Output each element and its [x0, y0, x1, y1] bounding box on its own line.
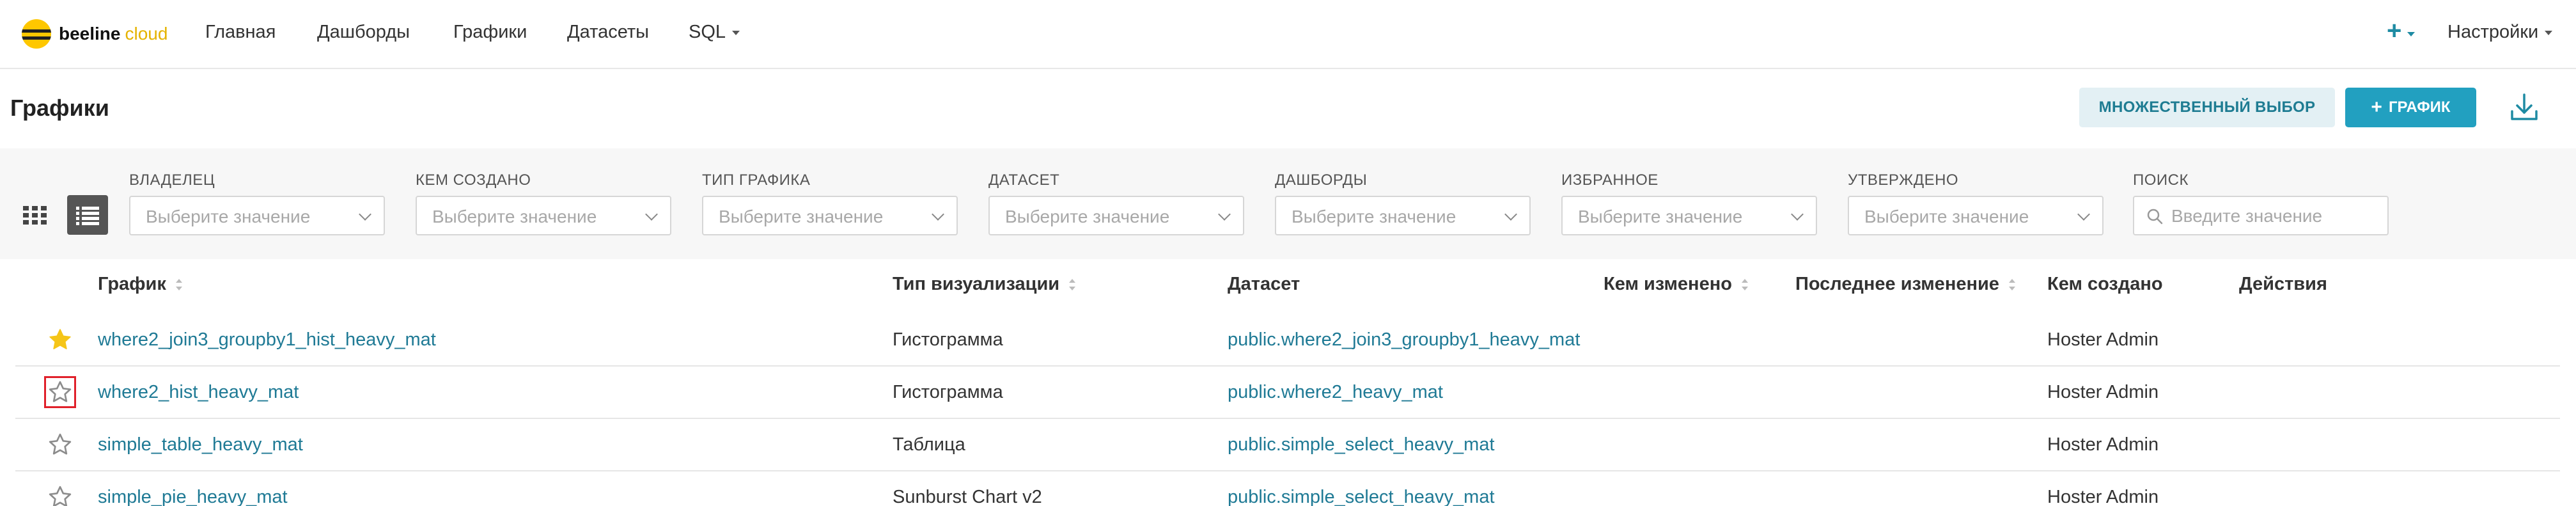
column-header-visualization-type-label: Тип визуализации	[893, 274, 1060, 294]
filter-label-favorites: ИЗБРАННОЕ	[1561, 171, 1659, 189]
chart-name-link[interactable]: where2_hist_heavy_mat	[98, 382, 299, 403]
created-by: Hoster Admin	[2047, 487, 2159, 506]
logo-word-cloud: cloud	[125, 24, 168, 43]
filter-approved-placeholder: Выберите значение	[1864, 207, 2029, 226]
filter-favorites-placeholder: Выберите значение	[1578, 207, 1743, 226]
filter-favorites-select[interactable]: Выберите значение	[1561, 196, 1817, 235]
star-filled-icon[interactable]	[47, 327, 73, 352]
filter-owner-select[interactable]: Выберите значение	[129, 196, 385, 235]
column-header-created-by: Кем создано	[2047, 274, 2163, 295]
add-chart-button[interactable]: + ГРАФИК	[2345, 88, 2476, 127]
nav-item-dashboards[interactable]: Дашборды	[317, 22, 410, 43]
nav-item-sql-dropdown[interactable]: SQL	[689, 22, 740, 43]
filter-dashboards-select[interactable]: Выберите значение	[1275, 196, 1531, 235]
star-outline-icon[interactable]	[47, 432, 73, 457]
sort-icon[interactable]	[2008, 279, 2016, 291]
table-row: simple_table_heavy_mat Таблица public.si…	[15, 419, 2560, 471]
chevron-down-icon	[932, 208, 944, 221]
table-row: where2_hist_heavy_mat Гистограмма public…	[15, 367, 2560, 419]
chevron-down-icon	[1504, 208, 1517, 221]
filter-owner-placeholder: Выберите значение	[146, 207, 311, 226]
filter-dataset-select[interactable]: Выберите значение	[988, 196, 1244, 235]
filter-label-owner: ВЛАДЕЛЕЦ	[129, 171, 215, 189]
plus-icon: +	[2371, 97, 2382, 118]
chart-name-link[interactable]: simple_table_heavy_mat	[98, 434, 303, 455]
column-header-chart[interactable]: График	[98, 274, 183, 295]
plus-icon[interactable]: +	[2387, 17, 2401, 45]
column-header-visualization-type[interactable]: Тип визуализации	[893, 274, 1076, 295]
star-outline-icon[interactable]	[44, 376, 76, 408]
column-header-dataset-label: Датасет	[1228, 274, 1300, 294]
filter-approved-select[interactable]: Выберите значение	[1848, 196, 2104, 235]
dataset-link[interactable]: public.where2_join3_groupby1_heavy_mat	[1228, 329, 1580, 351]
filter-label-approved: УТВЕРЖДЕНО	[1848, 171, 1959, 189]
chevron-down-icon	[1791, 208, 1804, 221]
column-header-actions-label: Действия	[2239, 274, 2327, 294]
beeline-cloud-logo[interactable]: beeline cloud	[22, 17, 168, 51]
nav-item-datasets[interactable]: Датасеты	[567, 22, 649, 43]
chart-name-link[interactable]: where2_join3_groupby1_hist_heavy_mat	[98, 329, 436, 351]
grid-view-icon[interactable]	[15, 195, 56, 235]
nav-item-home[interactable]: Главная	[205, 22, 276, 43]
table-row: simple_pie_heavy_mat Sunburst Chart v2 p…	[15, 471, 2560, 506]
chevron-down-icon	[1218, 208, 1231, 221]
filter-label-created-by: КЕМ СОЗДАНО	[416, 171, 531, 189]
beeline-logo-icon	[22, 19, 51, 49]
settings-dropdown[interactable]: Настройки	[2447, 22, 2552, 43]
dataset-link[interactable]: public.where2_heavy_mat	[1228, 382, 1443, 403]
sort-icon[interactable]	[1068, 279, 1076, 291]
created-by: Hoster Admin	[2047, 434, 2159, 455]
list-view-icon[interactable]	[67, 195, 108, 235]
column-header-last-modified-label: Последнее изменение	[1795, 274, 1999, 294]
filter-created-by-select[interactable]: Выберите значение	[416, 196, 671, 235]
column-header-modified-by-label: Кем изменено	[1604, 274, 1732, 294]
table-row: where2_join3_groupby1_hist_heavy_mat Гис…	[15, 314, 2560, 367]
created-by: Hoster Admin	[2047, 382, 2159, 402]
column-header-actions: Действия	[2239, 274, 2327, 295]
visualization-type: Sunburst Chart v2	[893, 487, 1042, 506]
chart-name-link[interactable]: simple_pie_heavy_mat	[98, 487, 288, 506]
column-header-chart-label: График	[98, 274, 166, 294]
column-header-modified-by[interactable]: Кем изменено	[1604, 274, 1749, 295]
visualization-type: Гистограмма	[893, 382, 1003, 402]
filter-label-chart-type: ТИП ГРАФИКА	[702, 171, 811, 189]
filter-chart-type-select[interactable]: Выберите значение	[702, 196, 958, 235]
multi-select-button[interactable]: МНОЖЕСТВЕННЫЙ ВЫБОР	[2079, 88, 2335, 127]
created-by: Hoster Admin	[2047, 329, 2159, 350]
filter-dashboards-placeholder: Выберите значение	[1292, 207, 1456, 226]
filter-label-dashboards: ДАШБОРДЫ	[1275, 171, 1368, 189]
column-header-last-modified[interactable]: Последнее изменение	[1795, 274, 2016, 295]
chevron-down-icon	[645, 208, 658, 221]
filter-label-dataset: ДАТАСЕТ	[988, 171, 1060, 189]
search-input[interactable]	[2171, 202, 2382, 230]
filter-label-search: ПОИСК	[2133, 171, 2189, 189]
search-icon	[2147, 209, 2163, 225]
nav-item-charts[interactable]: Графики	[453, 22, 527, 43]
top-navbar: beeline cloud Главная Дашборды Графики Д…	[0, 0, 2576, 69]
chevron-down-icon	[2077, 208, 2090, 221]
filter-chart-type-placeholder: Выберите значение	[719, 207, 884, 226]
chevron-down-icon	[359, 208, 371, 221]
column-header-created-by-label: Кем создано	[2047, 274, 2163, 294]
visualization-type: Таблица	[893, 434, 965, 455]
star-outline-icon[interactable]	[47, 484, 73, 506]
add-chart-label: ГРАФИК	[2388, 99, 2451, 116]
page-title: Графики	[10, 95, 109, 121]
visualization-type: Гистограмма	[893, 329, 1003, 350]
column-header-dataset: Датасет	[1228, 274, 1300, 295]
filter-created-by-placeholder: Выберите значение	[432, 207, 597, 226]
sort-icon[interactable]	[1741, 279, 1749, 291]
logo-word-beeline: beeline	[59, 24, 121, 43]
search-field	[2133, 196, 2389, 235]
filter-dataset-placeholder: Выберите значение	[1005, 207, 1170, 226]
dataset-link[interactable]: public.simple_select_heavy_mat	[1228, 434, 1495, 455]
dataset-link[interactable]: public.simple_select_heavy_mat	[1228, 487, 1495, 506]
chevron-down-icon	[2407, 32, 2415, 36]
sort-icon[interactable]	[175, 279, 183, 291]
download-icon[interactable]	[2508, 91, 2540, 124]
